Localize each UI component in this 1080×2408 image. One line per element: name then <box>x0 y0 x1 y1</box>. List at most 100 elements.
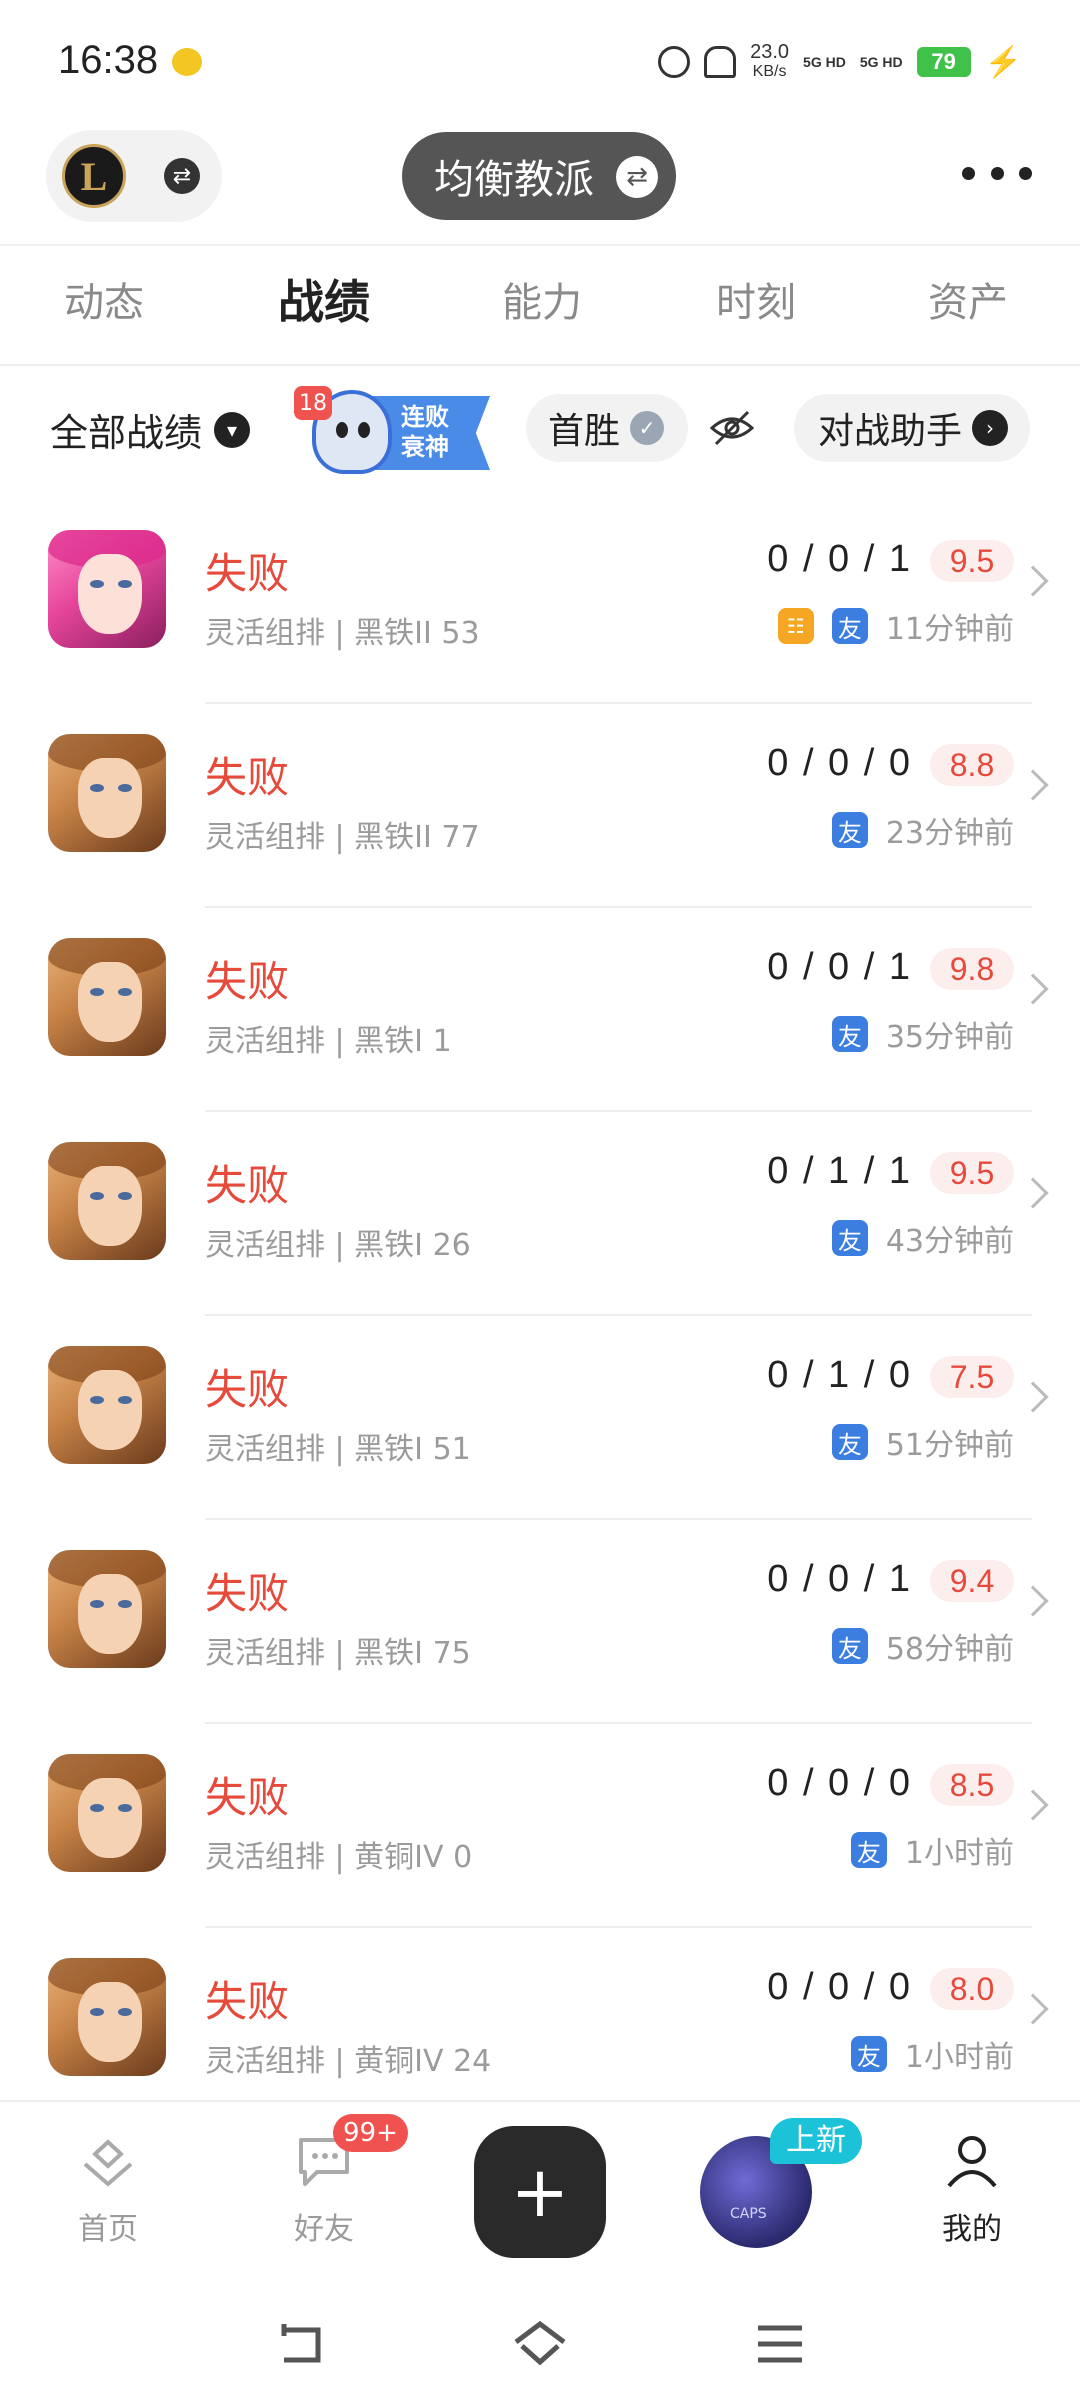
match-row[interactable]: 失败 灵活组排 | 黑铁I 75 0 / 0 / 1 9.4 友 58分钟前 <box>0 1520 1080 1724</box>
notification-emoji-icon <box>172 48 202 76</box>
match-row[interactable]: 失败 灵活组排 | 黑铁I 51 0 / 1 / 0 7.5 友 51分钟前 <box>0 1316 1080 1520</box>
filter-row: 全部战绩 ▾ 连败 衰神 18 首胜 ✓ 对战助手 › <box>0 380 1080 480</box>
game-switch-button[interactable]: L ⇄ <box>46 130 222 222</box>
match-score: 9.8 <box>930 948 1014 990</box>
bottom-nav: 首页 99+ 好友 + CAPS 上新 我的 <box>0 2100 1080 2280</box>
all-records-dropdown[interactable]: 全部战绩 ▾ <box>50 402 251 457</box>
match-time: 11分钟前 <box>885 612 1014 647</box>
friend-tag: 友 <box>850 2036 887 2072</box>
first-win-button[interactable]: 首胜 ✓ <box>526 394 688 462</box>
sim2-signal: 5G HD <box>859 54 903 70</box>
swap-icon: ⇄ <box>616 156 658 198</box>
streak-count: 18 <box>294 386 332 420</box>
tab-assets[interactable]: 资产 <box>928 270 1008 328</box>
chevron-right-icon <box>1017 1585 1049 1617</box>
match-result: 失败 <box>205 753 290 802</box>
match-score: 9.5 <box>930 1152 1014 1194</box>
friend-tag: 友 <box>831 1016 868 1052</box>
friend-tag: 友 <box>831 1220 868 1256</box>
match-row[interactable]: 失败 灵活组排 | 黑铁I 26 0 / 1 / 1 9.5 友 43分钟前 <box>0 1112 1080 1316</box>
nav-home[interactable]: 首页 <box>48 2128 168 2248</box>
match-kda: 0 / 0 / 0 <box>767 742 912 784</box>
match-result: 失败 <box>205 957 290 1006</box>
friend-tag: 友 <box>850 1832 887 1868</box>
match-kda: 0 / 0 / 0 <box>767 1966 912 2008</box>
nav-mine-label: 我的 <box>942 2212 1002 2247</box>
match-list: 失败 灵活组排 | 黑铁II 53 0 / 0 / 1 9.5 ☷ 友 11分钟… <box>0 500 1080 2132</box>
nav-friends-label: 好友 <box>294 2212 354 2247</box>
user-icon <box>939 2128 1005 2194</box>
match-mode-rank: 灵活组排 | 黑铁I 26 <box>205 1228 471 1263</box>
network-speed: 23.0 KB/s <box>750 41 790 80</box>
home-system-icon[interactable] <box>510 2316 570 2372</box>
champion-avatar <box>48 530 166 648</box>
champion-avatar <box>48 1346 166 1464</box>
tab-ability[interactable]: 能力 <box>502 270 582 328</box>
friend-tag: 友 <box>831 608 868 644</box>
tab-moments[interactable]: 时刻 <box>716 270 796 328</box>
match-score: 9.5 <box>930 540 1014 582</box>
mute-icon <box>704 46 737 78</box>
match-kda: 0 / 1 / 0 <box>767 1354 912 1396</box>
status-time: 16:38 <box>58 38 159 82</box>
match-time: 1小时前 <box>904 1836 1014 1871</box>
profile-tabs: 动态 战绩 能力 时刻 资产 <box>0 244 1080 366</box>
match-time: 23分钟前 <box>885 816 1014 851</box>
match-row[interactable]: 失败 灵活组排 | 黑铁I 1 0 / 0 / 1 9.8 友 35分钟前 <box>0 908 1080 1112</box>
match-time: 58分钟前 <box>885 1632 1014 1667</box>
chevron-right-icon <box>1017 973 1049 1005</box>
match-meta: 友 35分钟前 <box>831 1012 1014 1056</box>
match-meta: 友 51分钟前 <box>831 1420 1014 1464</box>
nav-mine[interactable]: 我的 <box>912 2128 1032 2248</box>
match-mode-rank: 灵活组排 | 黑铁I 51 <box>205 1432 471 1467</box>
friend-tag: 友 <box>831 1424 868 1460</box>
match-kda: 0 / 0 / 1 <box>767 946 912 988</box>
battery-icon: 79 <box>916 47 971 77</box>
match-score: 8.8 <box>930 744 1014 786</box>
back-icon[interactable] <box>270 2316 330 2372</box>
match-time: 1小时前 <box>904 2040 1014 2075</box>
nav-home-label: 首页 <box>78 2212 138 2247</box>
tab-records[interactable]: 战绩 <box>278 266 370 332</box>
match-time: 43分钟前 <box>885 1224 1014 1259</box>
match-meta: 友 23分钟前 <box>831 808 1014 852</box>
match-kda: 0 / 0 / 0 <box>767 1762 912 1804</box>
match-result: 失败 <box>205 1977 290 2026</box>
champion-avatar <box>48 1958 166 2076</box>
status-icons: 23.0 KB/s 5G HD 5G HD 79 ⚡ <box>658 42 1022 82</box>
match-result: 失败 <box>205 1773 290 1822</box>
system-nav-bar <box>0 2280 1080 2408</box>
more-menu-button[interactable] <box>962 158 1032 188</box>
match-score: 9.4 <box>930 1560 1014 1602</box>
match-score: 8.5 <box>930 1764 1014 1806</box>
battle-assistant-button[interactable]: 对战助手 › <box>794 394 1030 462</box>
match-row[interactable]: 失败 灵活组排 | 黄铜IV 0 0 / 0 / 0 8.5 友 1小时前 <box>0 1724 1080 1928</box>
nav-friends[interactable]: 99+ 好友 <box>264 2114 408 2248</box>
create-plus-button[interactable]: + <box>474 2126 606 2258</box>
match-kda: 0 / 0 / 1 <box>767 538 912 580</box>
match-mode-rank: 灵活组排 | 黑铁II 53 <box>205 616 480 651</box>
match-kda: 0 / 1 / 1 <box>767 1150 912 1192</box>
match-meta: 友 43分钟前 <box>831 1216 1014 1260</box>
hide-eye-icon[interactable] <box>708 408 756 448</box>
losing-streak-badge[interactable]: 连败 衰神 18 <box>294 386 494 476</box>
chevron-down-icon: ▾ <box>214 411 251 448</box>
sim1-signal: 5G HD <box>803 54 846 70</box>
friend-tag: 友 <box>831 812 868 848</box>
mode-selector[interactable]: 均衡教派 ⇄ <box>402 132 676 220</box>
team-tag-icon: ☷ <box>777 608 814 644</box>
recents-menu-icon[interactable] <box>750 2316 810 2372</box>
match-time: 35分钟前 <box>885 1020 1014 1055</box>
champion-avatar <box>48 1142 166 1260</box>
champion-avatar <box>48 1550 166 1668</box>
promo-label: CAPS <box>730 2206 767 2222</box>
match-row[interactable]: 失败 灵活组排 | 黑铁II 77 0 / 0 / 0 8.8 友 23分钟前 <box>0 704 1080 908</box>
champion-avatar <box>48 938 166 1056</box>
charging-icon: ⚡ <box>984 45 1022 79</box>
match-meta: 友 58分钟前 <box>831 1624 1014 1668</box>
promo-new-badge: 上新 <box>770 2118 862 2164</box>
match-row[interactable]: 失败 灵活组排 | 黑铁II 53 0 / 0 / 1 9.5 ☷ 友 11分钟… <box>0 500 1080 704</box>
lol-logo-icon: L <box>62 144 126 208</box>
tab-feed[interactable]: 动态 <box>64 270 144 328</box>
friend-tag: 友 <box>831 1628 868 1664</box>
